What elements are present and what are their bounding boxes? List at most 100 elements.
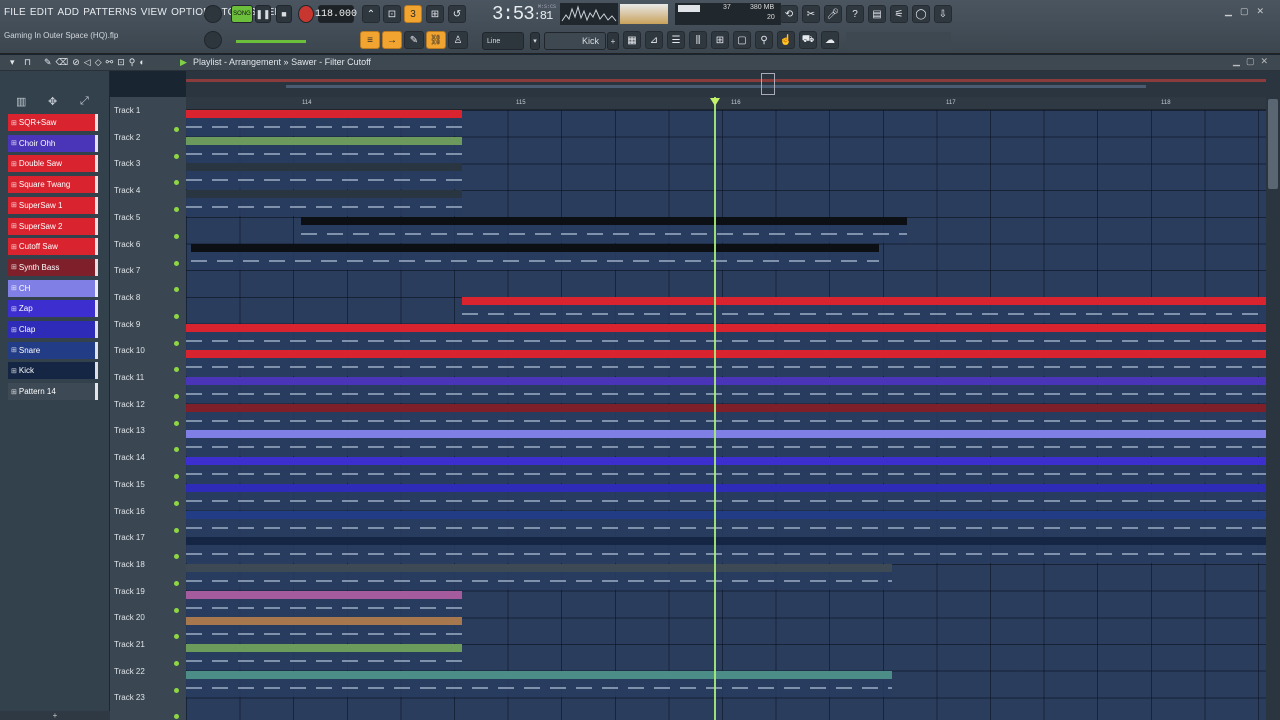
- track-name[interactable]: Track 5: [114, 213, 140, 222]
- track-name[interactable]: Track 21: [114, 640, 145, 649]
- picker-move-icon[interactable]: ✥: [48, 95, 57, 108]
- playlist-window-controls[interactable]: ▁▢✕: [1233, 56, 1274, 67]
- microphone-icon[interactable]: 🎤︎: [824, 5, 842, 23]
- playlist-clip[interactable]: Zap Zap: [186, 457, 1266, 484]
- track-name[interactable]: Track 3: [114, 159, 140, 168]
- link-icon[interactable]: ⛓: [426, 31, 446, 49]
- snap-icon[interactable]: ≡: [360, 31, 380, 49]
- track-name[interactable]: Track 2: [114, 133, 140, 142]
- track-mute-led[interactable]: [174, 634, 179, 640]
- track-name[interactable]: Track 17: [114, 533, 145, 542]
- channel-cutoff-saw[interactable]: ⊞ Cutoff Saw: [8, 238, 98, 256]
- stamp-icon[interactable]: ♙: [448, 31, 468, 49]
- scrollbar-thumb[interactable]: [1268, 99, 1278, 189]
- track-mute-led[interactable]: [174, 287, 179, 293]
- playlist-clip[interactable]: Pattern 14: [186, 563, 892, 590]
- track-mute-led[interactable]: [174, 180, 179, 186]
- chevron-down-icon[interactable]: ▾: [530, 32, 540, 50]
- mixer-faders-icon[interactable]: ⫼: [689, 31, 707, 49]
- channel-ch[interactable]: ⊞ CH: [8, 279, 98, 297]
- play-pattern-icon[interactable]: ▶: [180, 57, 187, 68]
- track-mute-led[interactable]: [174, 420, 179, 426]
- playhead-marker-icon[interactable]: [710, 98, 720, 106]
- pause-icon[interactable]: ❚❚: [255, 5, 271, 23]
- channel-supersaw-1[interactable]: ⊞ SuperSaw 1: [8, 196, 98, 214]
- track-mute-led[interactable]: [174, 394, 179, 399]
- playlist-clip[interactable]: Double Saw Double Saw: [186, 350, 1266, 377]
- window-controls[interactable]: ▁▢✕: [1225, 6, 1272, 17]
- channel-snare[interactable]: ⊞ Snare: [8, 341, 98, 359]
- download-icon[interactable]: ⇩: [934, 5, 952, 23]
- track-mute-led[interactable]: [174, 313, 179, 319]
- track-name[interactable]: Track 23: [114, 693, 145, 702]
- playlist-clip[interactable]: Kick Kick Kick: [186, 537, 1266, 564]
- playlist-clip[interactable]: Synth Bass Synth Bass: [186, 403, 1266, 430]
- playlist-tools[interactable]: ✎⌫⊘◁◇⚯⊡⚲◐: [44, 57, 149, 68]
- playlist-clip[interactable]: Sawer - Filter Cutoff: [186, 670, 892, 697]
- track-mute-led[interactable]: [174, 527, 179, 533]
- loop-record-icon[interactable]: ↺: [448, 5, 466, 23]
- menu-file[interactable]: FILE: [4, 7, 26, 18]
- metronome-icon[interactable]: ⌃: [362, 5, 380, 23]
- playlist-clip[interactable]: CH CH CH CH: [186, 430, 1266, 457]
- channel-synth-bass[interactable]: ⊞ Synth Bass: [8, 258, 98, 276]
- channel-rack-icon[interactable]: ☰: [667, 31, 685, 49]
- playlist-icon[interactable]: ▦: [623, 31, 641, 49]
- playlist-grid[interactable]: Cutoff Saw Cutoff...requency Cutoff Saw -…: [186, 110, 1266, 720]
- playlist-clip[interactable]: Clap Clap: [186, 483, 1266, 510]
- chat-icon[interactable]: ◯: [912, 5, 930, 23]
- master-volume-knob-icon[interactable]: [204, 5, 222, 23]
- playlist-clip[interactable]: DJ scratch: [301, 216, 907, 243]
- arrow-icon[interactable]: →: [382, 31, 402, 49]
- track-name[interactable]: Track 8: [114, 293, 140, 302]
- track-mute-led[interactable]: [174, 367, 179, 373]
- playlist-clip[interactable]: SQR+Saw: [462, 296, 1266, 323]
- draw-icon[interactable]: ✎: [404, 31, 424, 49]
- playlist-clip[interactable]: Harmless - Master pitch: [186, 590, 462, 617]
- track-mute-led[interactable]: [174, 661, 179, 666]
- help-icon[interactable]: ?: [846, 5, 864, 23]
- track-mute-led[interactable]: [174, 233, 179, 239]
- track-mute-led[interactable]: [174, 474, 179, 480]
- browser-icon[interactable]: ⊞: [711, 31, 729, 49]
- song-position-display[interactable]: 3:53:81 M:S:CS: [492, 3, 556, 25]
- undo-history-icon[interactable]: ⟲: [780, 5, 798, 23]
- countdown-icon[interactable]: 3: [404, 5, 422, 23]
- menu-add[interactable]: ADD: [58, 7, 80, 18]
- playlist-clip[interactable]: Cutoff Saw: [186, 110, 462, 136]
- menu-edit[interactable]: EDIT: [30, 7, 54, 18]
- track-name[interactable]: Track 18: [114, 560, 145, 569]
- track-name[interactable]: Track 4: [114, 186, 140, 195]
- channel-clap[interactable]: ⊞ Clap: [8, 321, 98, 338]
- add-pattern-icon[interactable]: +: [0, 711, 110, 720]
- add-icon[interactable]: +: [607, 32, 619, 50]
- overview-viewport[interactable]: [761, 73, 775, 95]
- track-mute-led[interactable]: [174, 687, 179, 693]
- channel-choir-ohh[interactable]: ⊞ Choir Ohh: [8, 134, 98, 152]
- video-icon[interactable]: ⛟: [799, 31, 817, 49]
- project-icon[interactable]: ▢: [733, 31, 751, 49]
- playhead[interactable]: [714, 97, 716, 720]
- track-mute-led[interactable]: [174, 153, 179, 159]
- channel-pattern-14[interactable]: ⊞ Pattern 14: [8, 383, 98, 401]
- playlist-clip[interactable]: Harmless - Detuning: [186, 617, 462, 644]
- playlist-clip[interactable]: Cutoff...requency Cutoff Saw - Filter fr…: [186, 136, 462, 163]
- track-mute-led[interactable]: [174, 260, 179, 266]
- track-name[interactable]: Track 13: [114, 426, 145, 435]
- track-name[interactable]: Track 12: [114, 400, 145, 409]
- track-name[interactable]: Track 9: [114, 320, 140, 329]
- step-edit-icon[interactable]: ⊞: [426, 5, 444, 23]
- save-icon[interactable]: ▤: [868, 5, 886, 23]
- playlist-clip[interactable]: Gamin..Space Ga...ace Gami..Spac Gaming …: [186, 163, 462, 190]
- song-overview[interactable]: [186, 71, 1266, 97]
- track-mute-led[interactable]: [174, 127, 179, 132]
- stop-icon[interactable]: ■: [276, 5, 292, 23]
- channel-kick[interactable]: ⊞ Kick: [8, 362, 98, 380]
- track-name[interactable]: Track 7: [114, 266, 140, 275]
- tempo-display[interactable]: 118.000: [315, 5, 357, 23]
- plugin-icon[interactable]: ⚟: [890, 5, 908, 23]
- playlist-menu-icon[interactable]: ▾: [10, 57, 15, 68]
- channel-sqr-saw[interactable]: ⊞ SQR+Saw: [8, 114, 98, 131]
- track-mute-led[interactable]: [174, 607, 179, 613]
- picker-grid-icon[interactable]: ▥: [16, 95, 26, 108]
